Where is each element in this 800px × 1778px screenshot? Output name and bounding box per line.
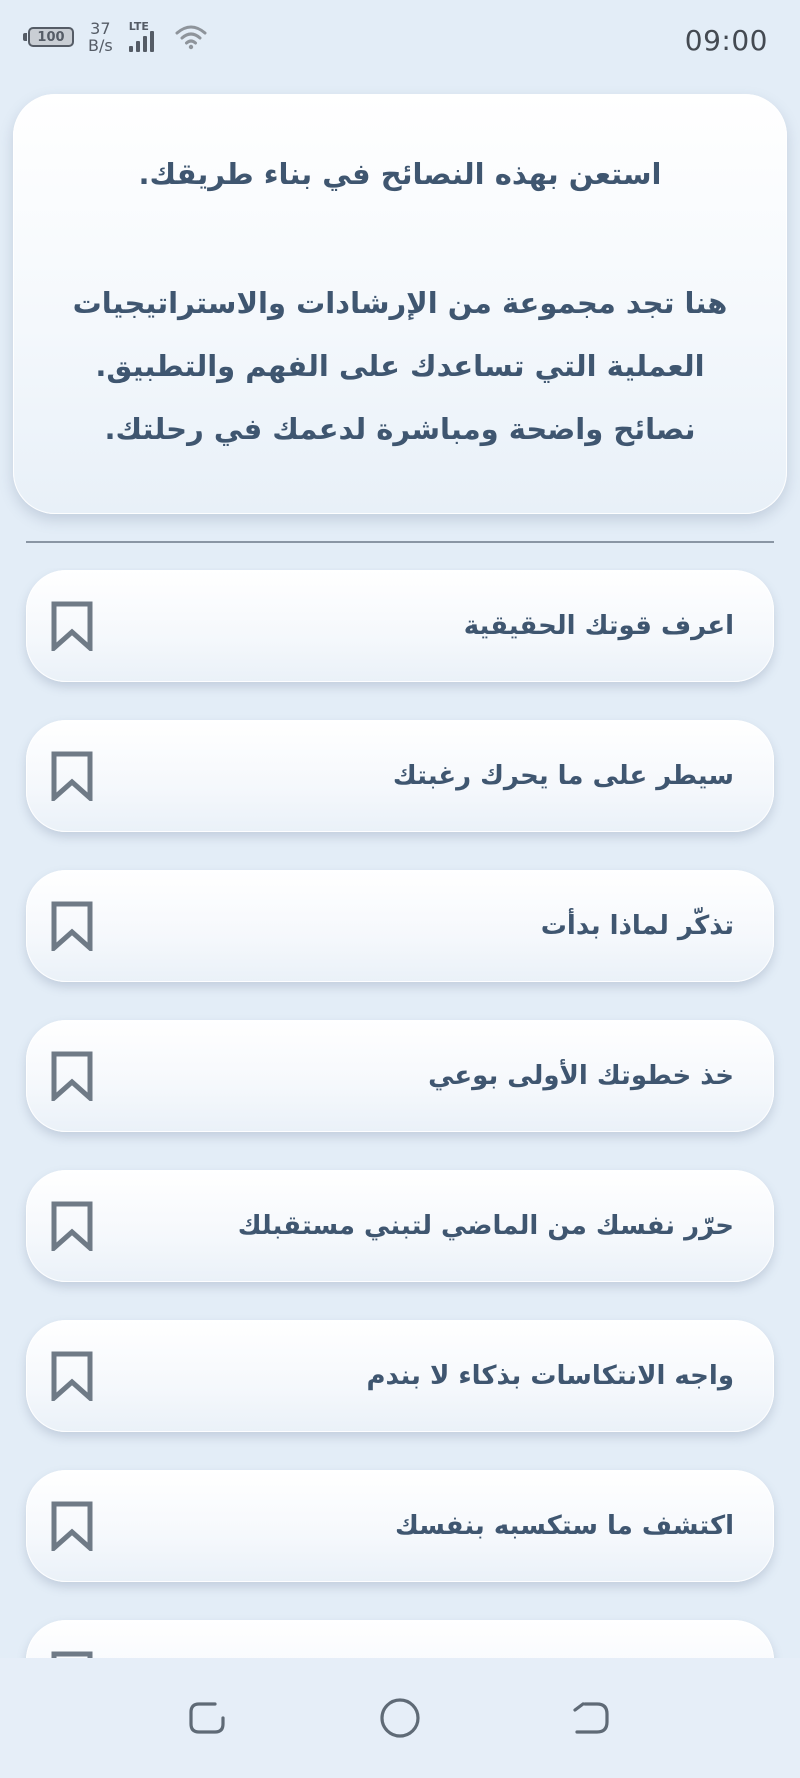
tip-label: حرّر نفسك من الماضي لتبني مستقبلك [237,1211,734,1241]
recent-apps-button[interactable] [185,1696,229,1740]
bookmark-icon[interactable] [48,1050,96,1102]
tips-list[interactable]: اعرف قوتك الحقيقية سيطر على ما يحرك رغبت… [0,568,800,1658]
bookmark-icon[interactable] [48,1650,96,1658]
tip-item[interactable]: تذكّر لماذا بدأت [26,870,774,982]
status-time: 09:00 [684,24,768,57]
system-nav-bar [0,1658,800,1778]
intro-card: استعن بهذه النصائح في بناء طريقك. هنا تج… [13,94,787,514]
bookmark-icon[interactable] [48,900,96,952]
network-speed-unit: B/s [88,36,113,55]
tip-label: واجه الانتكاسات بذكاء لا بندم [366,1361,734,1391]
recent-apps-icon [189,1702,225,1734]
battery-icon: 100 [23,27,74,47]
wifi-icon [175,24,207,50]
tip-label: اكتشف ما ستكسبه بنفسك [395,1511,734,1541]
tip-item[interactable]: واجه الانتكاسات بذكاء لا بندم [26,1320,774,1432]
status-indicators: 100 37 B/s LTE [23,20,207,54]
tip-item[interactable]: سيطر على ما يحرك رغبتك [26,720,774,832]
back-button[interactable] [569,1696,613,1740]
divider [26,541,774,543]
battery-level: 100 [37,29,65,45]
bookmark-icon[interactable] [48,750,96,802]
home-icon [380,1698,420,1738]
bookmark-icon[interactable] [48,1350,96,1402]
tip-item[interactable]: اعرف قوتك الحقيقية [26,570,774,682]
bookmark-icon[interactable] [48,600,96,652]
intro-title: استعن بهذه النصائح في بناء طريقك. [138,157,662,191]
network-speed-value: 37 [90,19,111,38]
network-speed: 37 B/s [88,20,113,54]
intro-body: هنا تجد مجموعة من الإرشادات والاستراتيجي… [72,286,728,446]
tip-label: خذ خطوتك الأولى بوعي [428,1061,734,1091]
tip-label: تذكّر لماذا بدأت [540,911,734,941]
tip-item[interactable]: حرّر نفسك من الماضي لتبني مستقبلك [26,1170,774,1282]
bookmark-icon[interactable] [48,1500,96,1552]
tip-label: اعرف قوتك الحقيقية [463,611,734,641]
cell-signal-icon: LTE [127,20,161,54]
bookmark-icon[interactable] [48,1200,96,1252]
tip-item[interactable]: خذ خطوتك الأولى بوعي [26,1020,774,1132]
tip-item[interactable]: اكتشف ما ستكسبه بنفسك [26,1470,774,1582]
tip-item[interactable] [26,1620,774,1658]
home-button[interactable] [378,1696,422,1740]
status-bar: 100 37 B/s LTE 09:00 [0,0,800,84]
tip-label: سيطر على ما يحرك رغبتك [392,761,734,791]
back-icon [573,1702,609,1734]
